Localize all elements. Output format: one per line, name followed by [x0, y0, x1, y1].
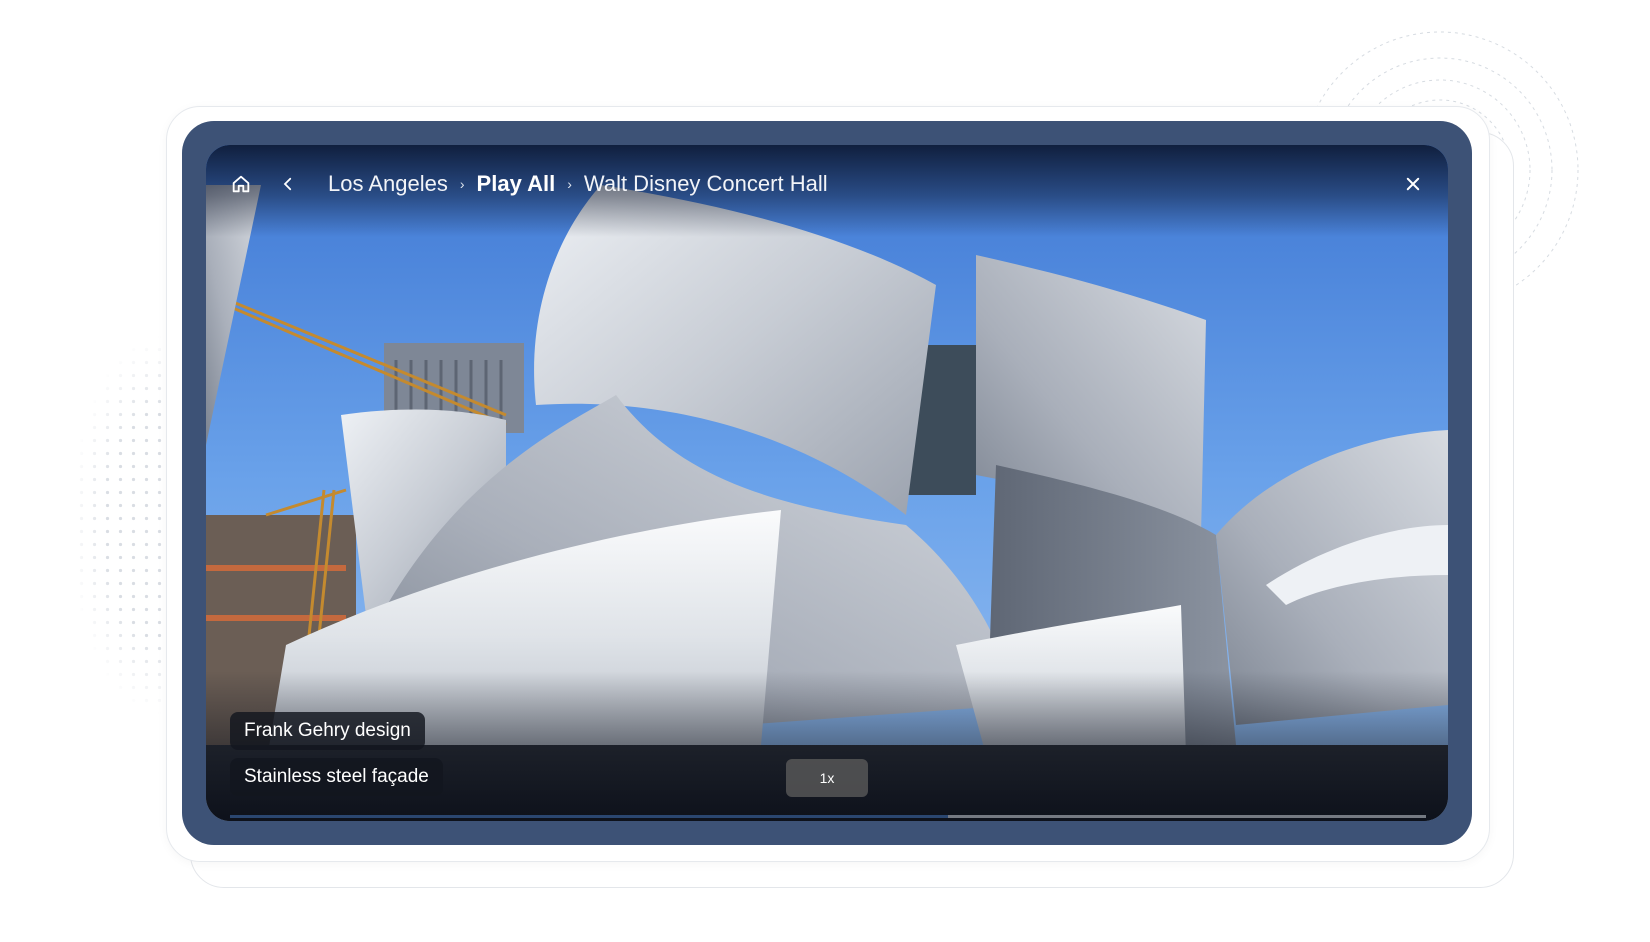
progress-fill: [230, 815, 948, 818]
breadcrumb-item-play-all[interactable]: Play All: [477, 171, 556, 197]
progress-bar[interactable]: [230, 815, 1426, 818]
chevron-left-icon: [283, 177, 292, 191]
back-button[interactable]: [271, 167, 305, 201]
decorative-dot-pattern: [10, 330, 180, 720]
close-icon: [1406, 177, 1420, 191]
breadcrumb-item-los-angeles[interactable]: Los Angeles: [328, 171, 448, 197]
feature-tag-facade: Stainless steel façade: [230, 758, 443, 796]
breadcrumb: Los Angeles › Play All › Walt Disney Con…: [328, 167, 828, 201]
home-icon: [232, 175, 250, 193]
home-button[interactable]: [224, 167, 258, 201]
breadcrumb-separator: ›: [459, 176, 465, 192]
top-bar: Los Angeles › Play All › Walt Disney Con…: [206, 145, 1448, 237]
close-button[interactable]: [1396, 167, 1430, 201]
feature-tag-design: Frank Gehry design: [230, 712, 425, 750]
breadcrumb-separator: ›: [567, 176, 572, 192]
slideshow-viewer: Los Angeles › Play All › Walt Disney Con…: [206, 145, 1448, 821]
breadcrumb-item-current: Walt Disney Concert Hall: [583, 171, 828, 196]
playback-speed-button[interactable]: 1x: [786, 759, 868, 797]
